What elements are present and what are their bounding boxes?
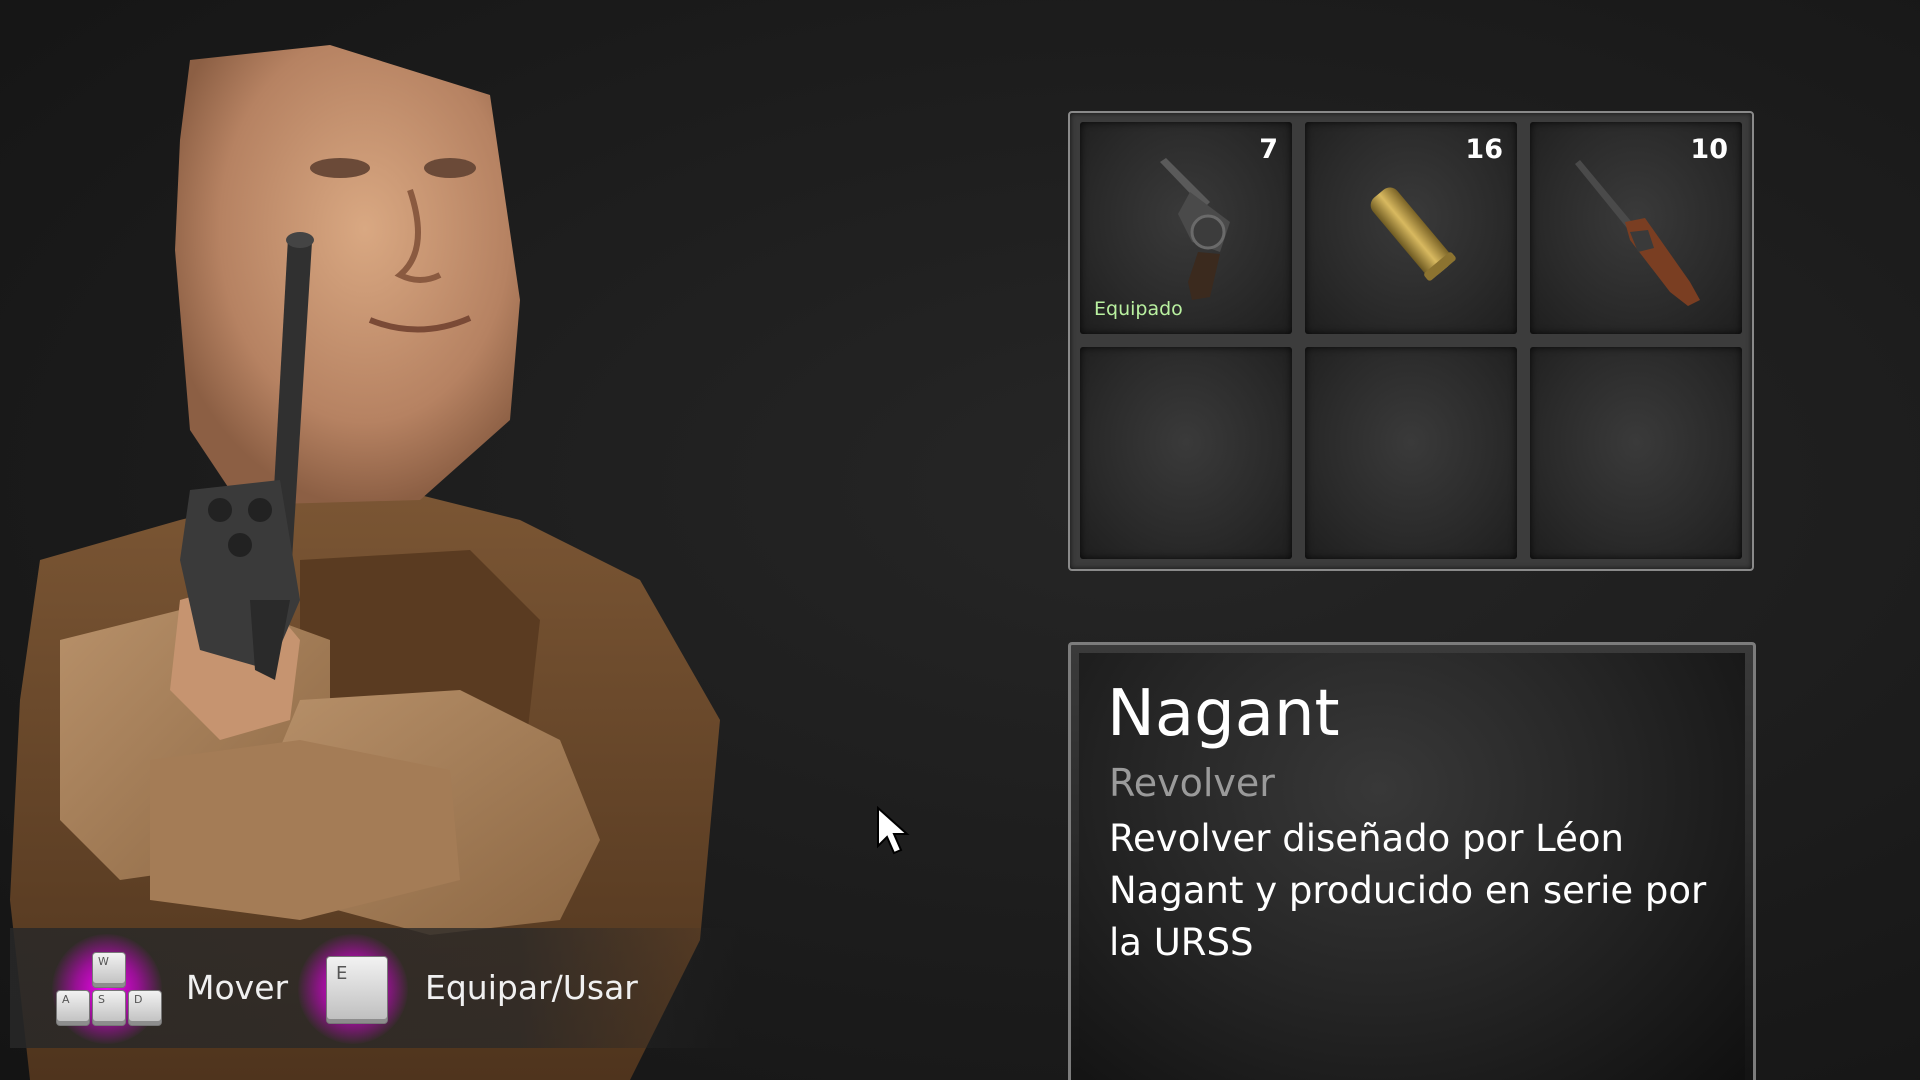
item-details-panel: Nagant Revolver Revolver diseñado por Lé…	[1068, 642, 1756, 1080]
e-key-icon: E	[326, 956, 388, 1024]
inventory-grid: 7 Equipado 16 10	[1068, 111, 1754, 571]
inventory-slot-empty[interactable]	[1530, 347, 1742, 559]
key-a: A	[56, 990, 90, 1026]
inventory-slot-empty[interactable]	[1305, 347, 1517, 559]
character-portrait	[0, 0, 760, 1080]
item-details-inner: Nagant Revolver Revolver diseñado por Lé…	[1079, 653, 1745, 1080]
inventory-slot[interactable]: 16	[1305, 122, 1517, 334]
slot-count: 10	[1690, 134, 1728, 165]
key-w: W	[92, 952, 126, 988]
slot-count: 16	[1465, 134, 1503, 165]
control-move-label: Mover	[186, 968, 289, 1007]
wasd-keys-icon: W A S D	[56, 952, 166, 1032]
control-equip-use-label: Equipar/Usar	[425, 968, 638, 1007]
inventory-slot[interactable]: 7 Equipado	[1080, 122, 1292, 334]
slot-count: 7	[1259, 134, 1278, 165]
item-type: Revolver	[1109, 761, 1275, 805]
control-move: W A S D Mover	[40, 928, 300, 1048]
mouse-cursor-icon	[877, 806, 910, 855]
item-name: Nagant	[1107, 677, 1340, 751]
inventory-screen: W A S D Mover E Equipar/Usar 7 Equipado …	[0, 0, 1920, 1080]
equipped-label: Equipado	[1094, 298, 1183, 320]
inventory-slot[interactable]: 10	[1530, 122, 1742, 334]
key-s: S	[92, 990, 126, 1026]
controls-hint-bar: W A S D Mover E Equipar/Usar	[10, 928, 740, 1048]
control-equip-use: E Equipar/Usar	[298, 928, 700, 1048]
inventory-slot-empty[interactable]	[1080, 347, 1292, 559]
key-d: D	[128, 990, 162, 1026]
item-description: Revolver diseñado por Léon Nagant y prod…	[1109, 817, 1707, 964]
